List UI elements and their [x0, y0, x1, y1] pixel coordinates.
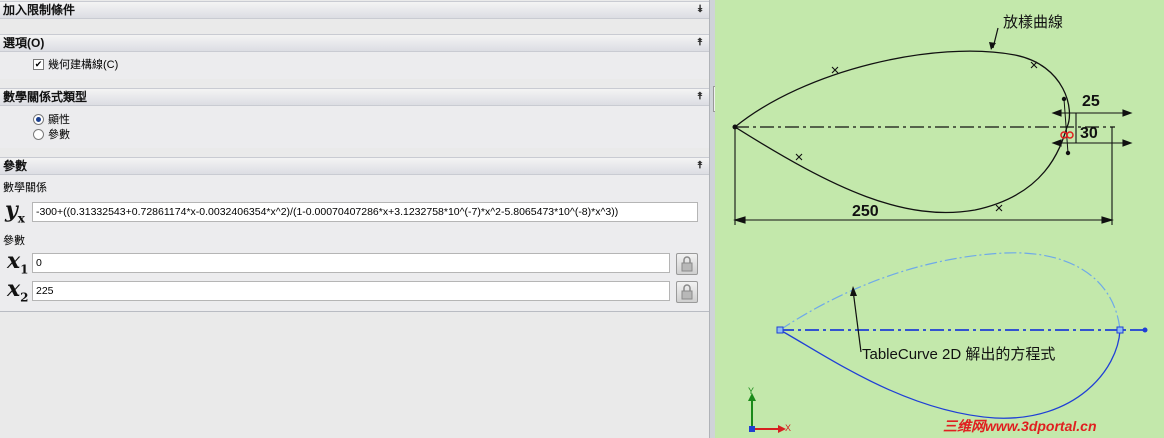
section-parameters-body: 數學關係 yx -300+((0.31332543+0.72861174*x-0…	[0, 175, 709, 311]
endpoint-right	[1116, 326, 1124, 334]
tablecurve-upper-curve	[779, 252, 1121, 331]
graphics-area[interactable]: 放樣曲線 25 30 250 TableCurve 2D 解出的方程式 Y X …	[715, 0, 1164, 438]
radio-parametric[interactable]	[33, 128, 44, 140]
collapse-chevron-icon[interactable]: ⯭	[697, 159, 703, 173]
section-equation-type-title: 數學關係式類型	[3, 90, 88, 104]
collapse-chevron-icon[interactable]: ⯭	[697, 36, 703, 50]
spline-point-markers	[795, 61, 1038, 212]
lock-icon	[681, 256, 693, 272]
section-equation-type-header[interactable]: 數學關係式類型 ⯭	[0, 88, 709, 106]
construction-checkbox[interactable]: ✔	[33, 58, 44, 70]
axis-y-label: Y	[748, 386, 755, 396]
params-label: 參數	[3, 235, 25, 247]
radio-explicit-label: 顯性	[48, 114, 70, 126]
construction-checkbox-label: 幾何建構線(C)	[48, 59, 119, 71]
section-parameters-header[interactable]: 參數 ⯭	[0, 157, 709, 175]
x1-symbol: x1	[7, 248, 29, 277]
section-options-body: ✔ 幾何建構線(C)	[0, 52, 709, 79]
expand-chevron-icon[interactable]: ⯯	[697, 3, 703, 17]
property-manager: 加入限制條件 ⯯ 選項(O) ⯭ ✔ 幾何建構線(C) 數學關係式類型 ⯭ 顯性…	[0, 0, 709, 438]
section-add-relations-header[interactable]: 加入限制條件 ⯯	[0, 1, 709, 19]
x2-symbol: x2	[7, 276, 29, 305]
tablecurve-label-leader	[852, 289, 862, 353]
radio-explicit[interactable]	[33, 113, 44, 125]
section-parameters-title: 參數	[3, 159, 28, 173]
section-options-header[interactable]: 選項(O) ⯭	[0, 34, 709, 52]
equation-label: 數學關係	[3, 182, 47, 194]
section-options-title: 選項(O)	[3, 36, 45, 50]
spline-label: 放樣曲線	[1003, 14, 1064, 31]
dimension-25-label[interactable]: 25	[1082, 93, 1100, 111]
x1-lock-button[interactable]	[676, 253, 698, 275]
loft-spline-curve	[733, 50, 1071, 214]
axis-triad-icon	[748, 393, 786, 433]
section-equation-type-body: 顯性 參數	[0, 106, 709, 148]
tangency-relation-icon	[1060, 131, 1074, 139]
lock-icon	[681, 284, 693, 300]
dimension-30-label[interactable]: 30	[1080, 125, 1098, 143]
watermark: 三维网www.3dportal.cn	[943, 418, 1097, 434]
collapse-chevron-icon[interactable]: ⯭	[697, 90, 703, 104]
y-symbol: yx	[5, 197, 25, 226]
sketch-canvas[interactable]	[715, 0, 1164, 438]
endpoint-dot	[1142, 327, 1148, 333]
tablecurve-label: TableCurve 2D 解出的方程式	[862, 346, 1056, 363]
axis-x-label: X	[785, 423, 792, 433]
endpoint-left	[776, 326, 784, 334]
divider	[0, 311, 709, 312]
dimension-250-label[interactable]: 250	[852, 203, 879, 221]
x2-lock-button[interactable]	[676, 281, 698, 303]
x2-input[interactable]: 225	[32, 281, 670, 301]
section-add-relations-title: 加入限制條件	[3, 3, 76, 17]
x1-input[interactable]: 0	[32, 253, 670, 273]
equation-input[interactable]: -300+((0.31332543+0.72861174*x-0.0032406…	[32, 202, 698, 222]
radio-parametric-label: 參數	[48, 129, 70, 141]
